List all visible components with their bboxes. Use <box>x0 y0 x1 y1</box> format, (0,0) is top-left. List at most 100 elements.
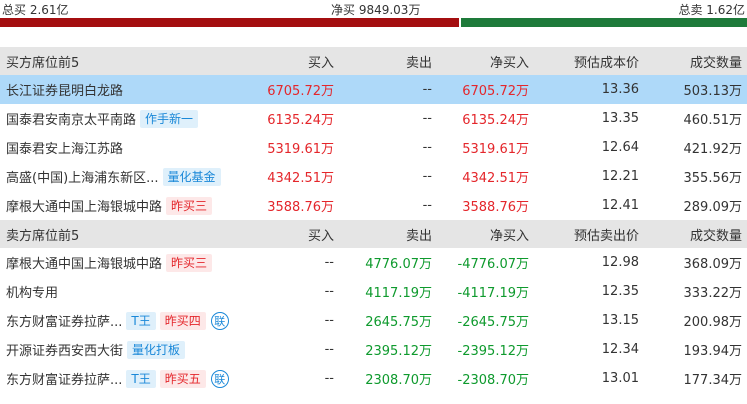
seat-tag[interactable]: 昨买五 <box>159 369 206 388</box>
seat-cell: 长江证券昆明白龙路 <box>6 75 123 104</box>
seat-tag[interactable]: T王 <box>126 369 156 388</box>
net-amount: -2395.12万 <box>457 344 529 359</box>
sell-amount: -- <box>422 169 432 184</box>
total-buy-label: 总买 2.61亿 <box>2 3 69 17</box>
est-price: 12.64 <box>601 140 639 155</box>
net-amount: 6135.24万 <box>462 113 529 128</box>
net-amount: 4342.51万 <box>462 171 529 186</box>
buy-ratio-bar <box>0 18 459 27</box>
col-header-volume: 成交数量 <box>689 228 742 244</box>
net-amount: -4776.07万 <box>457 257 529 272</box>
seat-cell: 机构专用 <box>6 277 58 306</box>
net-buy-label: 净买 9849.03万 <box>331 3 421 17</box>
volume: 355.56万 <box>683 171 743 186</box>
seat-name[interactable]: 机构专用 <box>6 282 58 301</box>
buy-amount: 3588.76万 <box>267 200 334 215</box>
seat-name[interactable]: 长江证券昆明白龙路 <box>6 80 123 99</box>
net-amount: 5319.61万 <box>462 142 529 157</box>
volume: 503.13万 <box>683 84 743 99</box>
buy-amount: -- <box>324 342 334 357</box>
sell-amount: 2308.70万 <box>365 373 432 388</box>
col-header-sell: 卖出 <box>405 55 432 71</box>
seat-name[interactable]: 摩根大通中国上海银城中路 <box>6 253 162 272</box>
est-price: 13.35 <box>601 111 639 126</box>
est-price: 12.34 <box>601 342 639 357</box>
seat-cell: 东方财富证券拉萨... T王 昨买五联 <box>6 364 229 393</box>
table-row[interactable]: 国泰君安上海江苏路 5319.61万 -- 5319.61万 12.64 421.92万 <box>0 133 747 162</box>
est-price: 12.21 <box>601 169 639 184</box>
col-header-net: 净买入 <box>489 55 529 71</box>
seat-tag[interactable]: 昨买三 <box>166 196 213 215</box>
buy-section-header: 买方席位前5 买入 卖出 净买入 预估成本价 成交数量 <box>0 47 747 75</box>
buy-amount: -- <box>324 371 334 386</box>
table-row[interactable]: 长江证券昆明白龙路 6705.72万 -- 6705.72万 13.36 503.13万 <box>0 75 747 104</box>
est-price: 13.36 <box>601 82 639 97</box>
total-sell-label: 总卖 1.62亿 <box>678 3 745 17</box>
est-price: 13.15 <box>601 313 639 328</box>
linked-badge-icon[interactable]: 联 <box>210 311 229 330</box>
net-amount: -4117.19万 <box>457 286 529 301</box>
seat-name[interactable]: 开源证券西安西大街 <box>6 340 123 359</box>
net-amount: -2645.75万 <box>457 315 529 330</box>
seat-cell: 摩根大通中国上海银城中路 昨买三 <box>6 248 213 277</box>
seat-cell: 开源证券西安西大街 量化打板 <box>6 335 186 364</box>
summary-bar: 总买 2.61亿 净买 9849.03万 总卖 1.62亿 <box>0 0 747 18</box>
est-price: 13.01 <box>601 371 639 386</box>
table-row[interactable]: 东方财富证券拉萨... T王 昨买五联 -- 2308.70万 -2308.70万 13.0… <box>0 364 747 393</box>
seat-name[interactable]: 国泰君安南京太平南路 <box>6 109 136 128</box>
seat-name[interactable]: 国泰君安上海江苏路 <box>6 138 123 157</box>
seat-name[interactable]: 东方财富证券拉萨... <box>6 369 122 388</box>
seat-tag[interactable]: 作手新一 <box>140 109 199 128</box>
seat-cell: 国泰君安南京太平南路 作手新一 <box>6 104 199 133</box>
volume: 200.98万 <box>683 315 743 330</box>
col-header-buy: 买入 <box>307 55 334 71</box>
net-amount: -2308.70万 <box>457 373 529 388</box>
sell-amount: 2645.75万 <box>365 315 432 330</box>
seat-tag[interactable]: 昨买四 <box>159 311 206 330</box>
table-row[interactable]: 机构专用 -- 4117.19万 -4117.19万 12.35 333.22万 <box>0 277 747 306</box>
table-row[interactable]: 国泰君安南京太平南路 作手新一 6135.24万 -- 6135.24万 13.35 460… <box>0 104 747 133</box>
est-price: 12.35 <box>601 284 639 299</box>
table-row[interactable]: 摩根大通中国上海银城中路 昨买三 3588.76万 -- 3588.76万 12.41 28… <box>0 191 747 220</box>
buy-amount: 5319.61万 <box>267 142 334 157</box>
seat-cell: 高盛(中国)上海浦东新区... 量化基金 <box>6 162 221 191</box>
sell-amount: 2395.12万 <box>365 344 432 359</box>
table-row[interactable]: 东方财富证券拉萨... T王 昨买四联 -- 2645.75万 -2645.75万 13.1… <box>0 306 747 335</box>
buy-amount: -- <box>324 255 334 270</box>
seat-tag[interactable]: 量化基金 <box>162 167 221 186</box>
sell-amount: -- <box>422 140 432 155</box>
sell-amount: 4117.19万 <box>365 286 432 301</box>
seat-tag[interactable]: 量化打板 <box>127 340 186 359</box>
seat-name[interactable]: 摩根大通中国上海银城中路 <box>6 196 162 215</box>
volume: 421.92万 <box>683 142 743 157</box>
sell-section-header: 卖方席位前5 买入 卖出 净买入 预估卖出价 成交数量 <box>0 220 747 248</box>
seat-tag[interactable]: 昨买三 <box>166 253 213 272</box>
sell-ratio-bar <box>461 18 747 27</box>
col-header-buy: 买入 <box>307 228 334 244</box>
seat-cell: 东方财富证券拉萨... T王 昨买四联 <box>6 306 229 335</box>
buy-amount: -- <box>324 284 334 299</box>
volume: 368.09万 <box>683 257 743 272</box>
table-row[interactable]: 开源证券西安西大街 量化打板 -- 2395.12万 -2395.12万 12.34 193… <box>0 335 747 364</box>
buy-amount: 6705.72万 <box>267 84 334 99</box>
linked-badge-icon[interactable]: 联 <box>210 369 229 388</box>
volume: 177.34万 <box>683 373 743 388</box>
seat-name[interactable]: 东方财富证券拉萨... <box>6 311 122 330</box>
seat-cell: 国泰君安上海江苏路 <box>6 133 123 162</box>
buy-amount: 6135.24万 <box>267 113 334 128</box>
seat-tag[interactable]: T王 <box>126 311 156 330</box>
volume: 193.94万 <box>683 344 743 359</box>
table-row[interactable]: 高盛(中国)上海浦东新区... 量化基金 4342.51万 -- 4342.51万 12.… <box>0 162 747 191</box>
col-header-price: 预估卖出价 <box>573 228 639 244</box>
table-row[interactable]: 摩根大通中国上海银城中路 昨买三 -- 4776.07万 -4776.07万 12.98 3… <box>0 248 747 277</box>
buy-amount: -- <box>324 313 334 328</box>
buy-amount: 4342.51万 <box>267 171 334 186</box>
volume: 333.22万 <box>683 286 743 301</box>
seat-name[interactable]: 高盛(中国)上海浦东新区... <box>6 167 159 186</box>
section-title: 买方席位前5 <box>6 55 80 71</box>
volume: 289.09万 <box>683 200 743 215</box>
col-header-sell: 卖出 <box>405 228 432 244</box>
sell-amount: 4776.07万 <box>365 257 432 272</box>
sell-amount: -- <box>422 111 432 126</box>
est-price: 12.41 <box>601 198 639 213</box>
